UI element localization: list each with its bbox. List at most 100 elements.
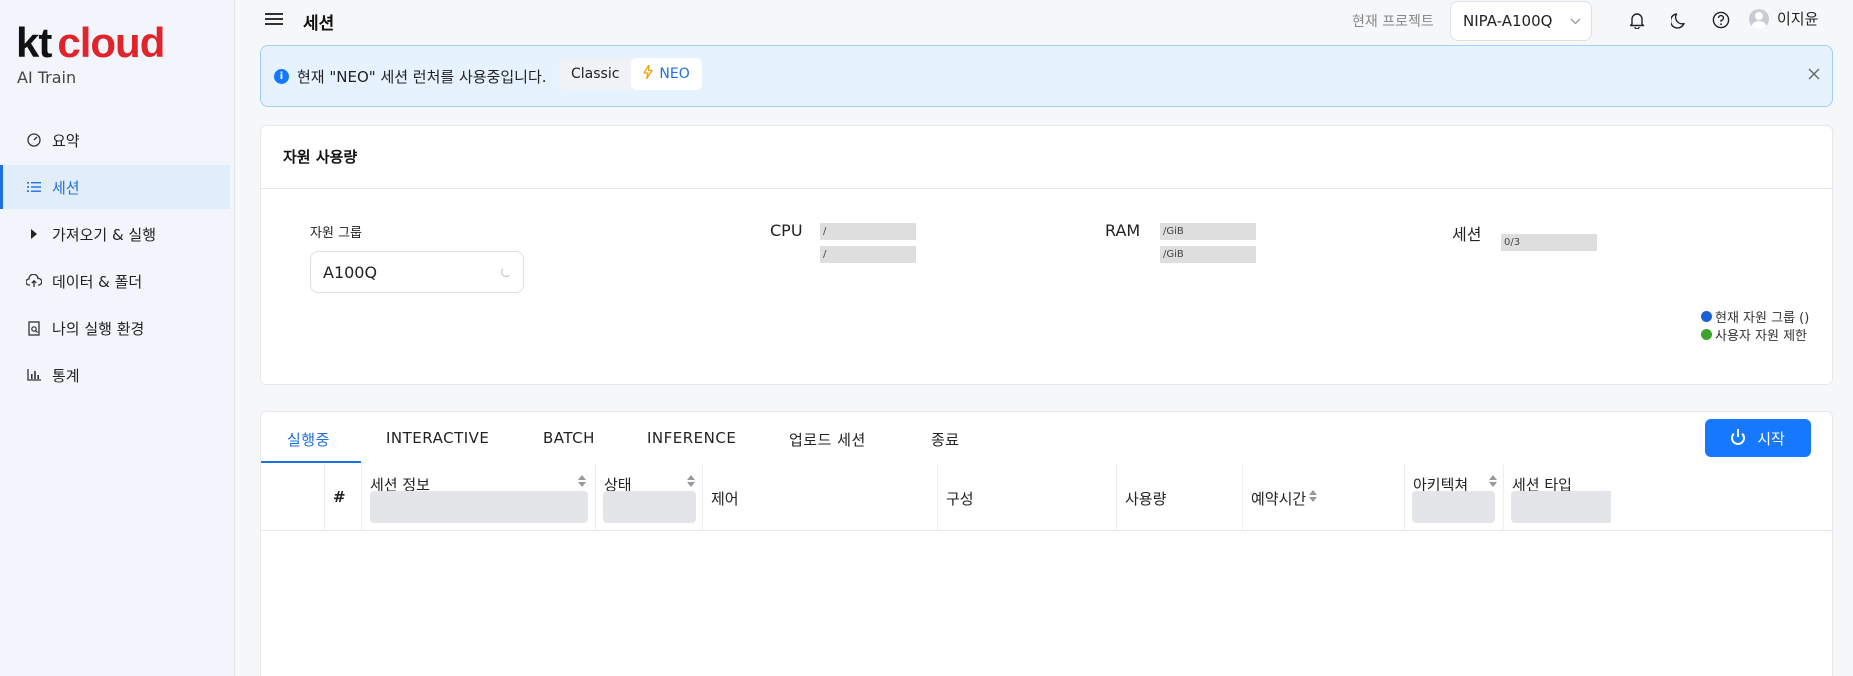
column-config: 구성	[937, 464, 1116, 531]
sidebar-item-label: 통계	[52, 366, 80, 385]
list-icon	[26, 179, 42, 195]
caret-right-icon	[26, 226, 42, 242]
legend-dot	[1701, 329, 1712, 340]
column-title: 제어	[711, 490, 739, 508]
kt-cloud-logo[interactable]: kt cloud	[16, 19, 165, 66]
sidebar-nav: 요약 세션 가져오기 & 실행 데이터 & 폴더 나의 실행 환경 통계	[0, 118, 230, 400]
sort-icon[interactable]	[1489, 475, 1497, 489]
session-label: 세션	[1452, 225, 1482, 244]
column-session-type[interactable]: 세션 타입	[1503, 464, 1832, 531]
sidebar-item-summary[interactable]: 요약	[0, 118, 230, 162]
column-architecture[interactable]: 아키텍쳐	[1404, 464, 1503, 531]
tab-inference[interactable]: INFERENCE	[647, 429, 736, 447]
column-usage: 사용량	[1116, 464, 1242, 531]
sidebar-item-label: 요약	[52, 131, 80, 150]
session-table-header: # 세션 정보 상태 제어 구성 사용량 예약시간 아키텍쳐 세션 타입	[261, 464, 1832, 531]
sidebar-item-import-run[interactable]: 가져오기 & 실행	[0, 212, 230, 256]
resource-group-label: 자원 그룹	[310, 226, 362, 241]
tab-terminated[interactable]: 종료	[931, 429, 960, 450]
sidebar: kt cloud AI Train 요약 세션 가져오기 & 실행 데이터 & 폴	[0, 0, 235, 676]
alert-message: 현재 "NEO" 세션 런처를 사용중입니다.	[297, 68, 547, 86]
sort-icon[interactable]	[578, 475, 586, 489]
logo-cloud-text: cloud	[57, 19, 165, 66]
ram-used-bar: /GiB	[1160, 223, 1256, 240]
avatar	[1749, 8, 1769, 29]
status-filter-select[interactable]	[603, 491, 696, 523]
session-type-filter-select[interactable]	[1511, 491, 1611, 523]
top-header: 세션 현재 프로젝트 NIPA-A100Q 이지윤	[235, 0, 1853, 42]
legend-text: 현재 자원 그룹 ()	[1715, 311, 1810, 326]
user-menu[interactable]: 이지윤	[1749, 8, 1818, 29]
moon-icon[interactable]	[1668, 9, 1690, 31]
chevron-down-icon	[1570, 14, 1581, 28]
start-button-label: 시작	[1757, 429, 1785, 448]
sidebar-item-label: 데이터 & 폴더	[52, 272, 143, 291]
column-title: #	[333, 488, 346, 506]
option-label: Classic	[571, 66, 620, 82]
resource-usage-card: 자원 사용량 자원 그룹 A100Q CPU / / RAM /GiB /GiB…	[260, 125, 1833, 385]
thunderbolt-icon	[643, 64, 654, 83]
dashboard-icon	[26, 132, 42, 148]
session-count-bar: 0/3	[1501, 234, 1597, 251]
bar-chart-icon	[26, 367, 42, 383]
legend-user-limit: 사용자 자원 제한	[1701, 325, 1807, 344]
column-title: 사용량	[1125, 490, 1167, 508]
column-status[interactable]: 상태	[595, 464, 702, 531]
project-label: 현재 프로젝트	[1352, 14, 1434, 30]
ram-label: RAM	[1105, 221, 1141, 240]
divider	[261, 188, 1832, 189]
page-title: 세션	[303, 14, 335, 34]
sidebar-item-sessions[interactable]: 세션	[0, 165, 230, 209]
resource-group-value: A100Q	[323, 262, 378, 282]
resource-usage-title: 자원 사용량	[283, 148, 358, 166]
help-icon[interactable]	[1710, 9, 1732, 31]
tab-batch[interactable]: BATCH	[543, 429, 595, 447]
sort-icon[interactable]	[687, 475, 695, 489]
column-reservation-time[interactable]: 예약시간	[1242, 464, 1404, 531]
ram-limit-bar: /GiB	[1160, 246, 1256, 263]
column-title: 구성	[946, 490, 974, 508]
sidebar-item-my-environment[interactable]: 나의 실행 환경	[0, 306, 230, 350]
active-tab-indicator	[261, 461, 361, 463]
sidebar-item-label: 나의 실행 환경	[52, 319, 145, 338]
loading-spinner-icon	[501, 267, 511, 277]
legend-dot	[1701, 311, 1712, 322]
resource-group-select[interactable]: A100Q	[310, 251, 524, 293]
column-control: 제어	[702, 464, 937, 531]
tab-upload-session[interactable]: 업로드 세션	[789, 429, 866, 450]
launcher-segmented-control: Classic NEO	[559, 58, 702, 90]
file-search-icon	[26, 320, 42, 336]
project-select-value: NIPA-A100Q	[1463, 12, 1553, 30]
legend-current-group: 현재 자원 그룹 ()	[1701, 307, 1809, 326]
launcher-alert: i 현재 "NEO" 세션 런처를 사용중입니다. Classic NEO	[260, 45, 1833, 107]
option-label: NEO	[659, 66, 690, 82]
user-name: 이지윤	[1777, 10, 1819, 28]
architecture-filter-select[interactable]	[1412, 491, 1495, 523]
tab-running[interactable]: 실행중	[287, 429, 330, 450]
bell-icon[interactable]	[1626, 9, 1648, 31]
close-icon[interactable]	[1808, 64, 1820, 85]
cpu-label: CPU	[770, 221, 803, 240]
session-info-filter-input[interactable]	[370, 491, 588, 523]
sidebar-item-statistics[interactable]: 통계	[0, 353, 230, 397]
legend-text: 사용자 자원 제한	[1715, 329, 1807, 344]
start-session-button[interactable]: 시작	[1705, 419, 1811, 457]
cpu-limit-bar: /	[820, 246, 916, 263]
column-index: #	[324, 464, 361, 531]
app-subtitle: AI Train	[17, 68, 77, 87]
power-icon	[1731, 429, 1746, 445]
sidebar-item-data-folders[interactable]: 데이터 & 폴더	[0, 259, 230, 303]
project-select[interactable]: NIPA-A100Q	[1450, 1, 1592, 41]
sessions-card: 실행중 INTERACTIVE BATCH INFERENCE 업로드 세션 종…	[260, 411, 1833, 676]
cpu-used-bar: /	[820, 223, 916, 240]
sort-icon[interactable]	[1309, 490, 1317, 504]
cloud-upload-icon	[26, 273, 42, 289]
column-session-info[interactable]: 세션 정보	[361, 464, 595, 531]
launcher-option-neo[interactable]: NEO	[631, 58, 702, 90]
session-tabs: 실행중 INTERACTIVE BATCH INFERENCE 업로드 세션 종…	[261, 412, 981, 464]
sidebar-item-label: 가져오기 & 실행	[52, 225, 157, 244]
logo-kt-text: kt	[16, 19, 52, 66]
launcher-option-classic[interactable]: Classic	[559, 58, 631, 90]
tab-interactive[interactable]: INTERACTIVE	[386, 429, 489, 447]
menu-toggle-icon[interactable]	[265, 10, 283, 30]
